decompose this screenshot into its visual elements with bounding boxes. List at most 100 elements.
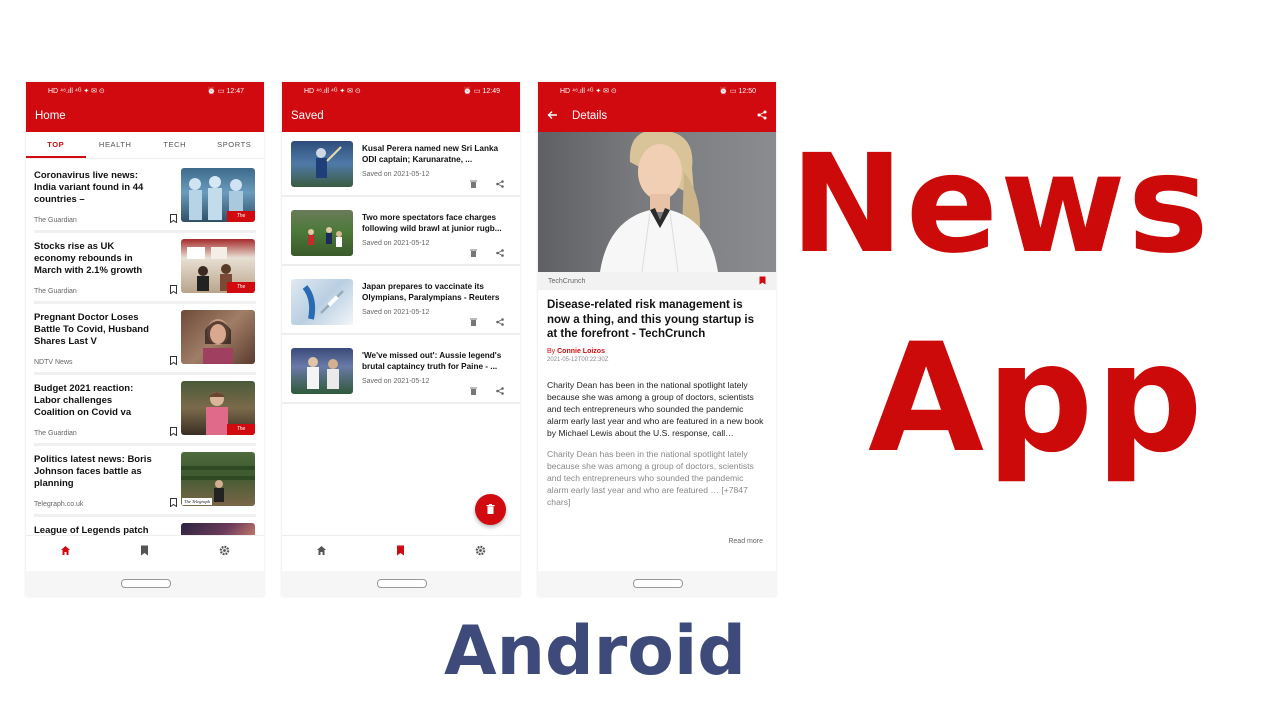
article-source: The Guardian: [34, 217, 77, 224]
article-title: Politics latest news: Boris Johnson face…: [34, 454, 152, 489]
article-title: Pregnant Doctor Loses Battle To Covid, H…: [34, 312, 149, 347]
article-hero-photo: [538, 132, 776, 272]
author-name[interactable]: Connie Loizos: [557, 348, 605, 355]
share-icon[interactable]: [496, 180, 504, 190]
article-headline: Disease-related risk management is now a…: [547, 299, 754, 340]
vaccine-syringe-photo: [291, 279, 353, 325]
back-arrow-icon[interactable]: [547, 110, 558, 123]
published-date: 2021-05-12T00:22:30Z: [547, 356, 609, 363]
delete-icon[interactable]: [470, 180, 477, 190]
saved-screen: HD ⁴⁶.ıll ⁴ᴳ ✦ ✉ ⊙ ⏰ ▭ 12:49 Saved Kusal…: [282, 82, 520, 596]
share-icon[interactable]: [496, 249, 504, 259]
article-title: Coronavirus live news: India variant fou…: [34, 170, 144, 205]
bookmark-icon[interactable]: [170, 356, 177, 367]
read-more-link[interactable]: Read more: [728, 538, 763, 545]
home-gesture-pill[interactable]: [121, 579, 171, 588]
home-gesture-pill[interactable]: [633, 579, 683, 588]
status-bar: HD ⁴⁶.ıll ⁴ᴳ ✦ ✉ ⊙ ⏰ ▭ 12:49: [282, 82, 520, 100]
app-bar: Saved: [282, 100, 520, 132]
home-icon[interactable]: [307, 545, 337, 559]
saved-date: Saved on 2021-05-12: [362, 309, 430, 316]
app-bar: Home: [26, 100, 264, 132]
delete-icon[interactable]: [470, 249, 477, 259]
status-left: HD ⁴⁶.ıll ⁴ᴳ ✦ ✉ ⊙: [304, 88, 361, 95]
status-bar: HD ⁴⁶.ıll ⁴ᴳ ✦ ✉ ⊙ ⏰ ▭ 12:47: [26, 82, 264, 100]
tab-top[interactable]: TOP: [26, 132, 86, 158]
woman-portrait-photo: [181, 310, 255, 364]
tab-sports[interactable]: SPORTS: [205, 132, 265, 158]
bottom-navigation: [282, 535, 520, 568]
article-card[interactable]: Coronavirus live news: India variant fou…: [34, 168, 256, 233]
settings-icon[interactable]: [465, 545, 495, 559]
delete-icon[interactable]: [470, 387, 477, 397]
settings-icon[interactable]: [209, 545, 239, 559]
office-photo: The Guardian: [181, 239, 255, 293]
saved-article[interactable]: 'We've missed out': Aussie legend's brut…: [282, 340, 520, 404]
saved-article[interactable]: Two more spectators face charges followi…: [282, 202, 520, 266]
system-navigation-bar: [282, 571, 520, 596]
platform-label: Android: [444, 612, 746, 691]
app-bar: Details: [538, 100, 776, 132]
article-source: Telegraph.co.uk: [34, 501, 84, 508]
delete-icon[interactable]: [470, 318, 477, 328]
tab-health[interactable]: HEALTH: [86, 132, 146, 158]
saved-article[interactable]: Kusal Perera named new Sri Lanka ODI cap…: [282, 133, 520, 197]
bookmark-icon[interactable]: [170, 285, 177, 296]
saved-article-title: 'We've missed out': Aussie legend's brut…: [362, 351, 502, 371]
saved-list: Kusal Perera named new Sri Lanka ODI cap…: [282, 132, 520, 404]
guardian-badge: The Guardian: [227, 282, 255, 293]
rugby-field-photo: [291, 210, 353, 256]
bookmark-icon[interactable]: [170, 427, 177, 438]
system-navigation-bar: [26, 571, 264, 596]
saved-date: Saved on 2021-05-12: [362, 171, 430, 178]
article-source: The Guardian: [34, 430, 77, 437]
tab-tech[interactable]: TECH: [145, 132, 205, 158]
saved-date: Saved on 2021-05-12: [362, 240, 430, 247]
article-card[interactable]: Politics latest news: Boris Johnson face…: [34, 452, 256, 517]
home-gesture-pill[interactable]: [377, 579, 427, 588]
status-bar: HD ⁴⁶.ıll ⁴ᴳ ✦ ✉ ⊙ ⏰ ▭ 12:50: [538, 82, 776, 100]
delete-all-fab[interactable]: [475, 494, 506, 525]
share-icon[interactable]: [757, 110, 767, 123]
commons-chamber-photo: The Telegraph: [181, 452, 255, 506]
details-screen: HD ⁴⁶.ıll ⁴ᴳ ✦ ✉ ⊙ ⏰ ▭ 12:50 Details Tec…: [538, 82, 776, 596]
byline-prefix: By: [547, 347, 556, 355]
screen-title: Details: [572, 110, 608, 122]
source-row: TechCrunch: [538, 272, 776, 290]
article-card[interactable]: Budget 2021 reaction: Labor challenges C…: [34, 381, 256, 446]
system-navigation-bar: [538, 571, 776, 596]
telegraph-badge: The Telegraph: [182, 498, 212, 505]
parliament-speaker-photo: The Guardian: [181, 381, 255, 435]
status-right: ⏰ ▭ 12:49: [463, 88, 500, 95]
article-content: Charity Dean has been in the national sp…: [547, 448, 754, 507]
bookmark-filled-icon[interactable]: [759, 276, 766, 287]
saved-article-title: Two more spectators face charges followi…: [362, 213, 502, 233]
guardian-badge: The Guardian: [227, 424, 255, 435]
home-screen: HD ⁴⁶.ıll ⁴ᴳ ✦ ✉ ⊙ ⏰ ▭ 12:47 Home TOP HE…: [26, 82, 264, 596]
guardian-badge: The Guardian: [227, 211, 255, 222]
bookmark-icon[interactable]: [130, 545, 160, 559]
protective-suits-photo: The Guardian: [181, 168, 255, 222]
saved-article[interactable]: Japan prepares to vaccinate its Olympian…: [282, 271, 520, 335]
article-feed: Coronavirus live news: India variant fou…: [26, 159, 264, 563]
article-card[interactable]: Stocks rise as UK economy rebounds in Ma…: [34, 239, 256, 304]
bookmark-icon[interactable]: [170, 214, 177, 225]
article-card[interactable]: Pregnant Doctor Loses Battle To Covid, H…: [34, 310, 256, 375]
home-icon[interactable]: [51, 545, 81, 559]
saved-date: Saved on 2021-05-12: [362, 378, 430, 385]
category-tabs: TOP HEALTH TECH SPORTS: [26, 132, 264, 159]
status-left: HD ⁴⁶.ıll ⁴ᴳ ✦ ✉ ⊙: [560, 88, 617, 95]
status-right: ⏰ ▭ 12:50: [719, 88, 756, 95]
cricket-players-photo: [291, 348, 353, 394]
article-source: The Guardian: [34, 288, 77, 295]
saved-article-title: Kusal Perera named new Sri Lanka ODI cap…: [362, 144, 499, 164]
byline: By Connie Loizos: [547, 348, 767, 355]
cricket-batsman-photo: [291, 141, 353, 187]
article-source: NDTV News: [34, 359, 73, 366]
bookmark-icon[interactable]: [386, 545, 416, 559]
screen-title: Saved: [291, 110, 324, 122]
share-icon[interactable]: [496, 387, 504, 397]
share-icon[interactable]: [496, 318, 504, 328]
bookmark-icon[interactable]: [170, 498, 177, 509]
article-title: Stocks rise as UK economy rebounds in Ma…: [34, 241, 143, 276]
